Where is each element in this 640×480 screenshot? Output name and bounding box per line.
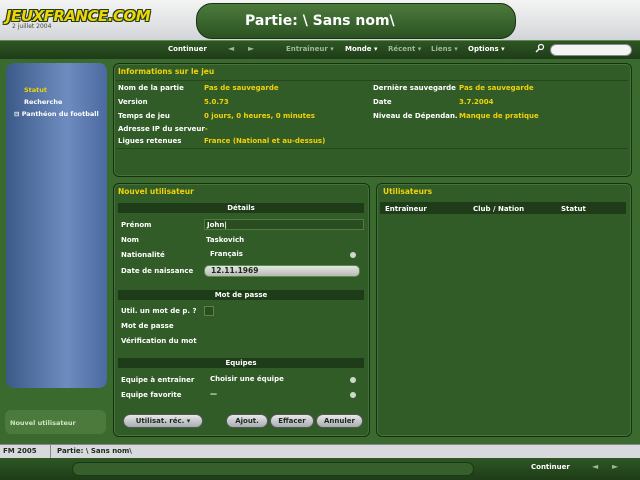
details-section-header: Détails <box>118 203 364 213</box>
footer-scrollbar[interactable] <box>72 462 474 476</box>
back-arrow-icon[interactable]: ◄ <box>228 44 234 53</box>
menu-monde[interactable]: Monde ▾ <box>345 45 377 53</box>
password-section-header: Mot de passe <box>118 290 364 300</box>
info-label: Version <box>118 98 148 106</box>
info-label: Adresse IP du serveur- <box>118 125 208 133</box>
verify-password-input[interactable] <box>204 335 360 346</box>
divider <box>116 148 628 149</box>
lastname-value[interactable]: Taskovich <box>206 236 244 244</box>
use-password-checkbox[interactable] <box>204 306 214 316</box>
game-info-title: Informations sur le jeu <box>118 67 215 76</box>
page-title: Partie: \ Sans nom\ <box>245 13 395 29</box>
column-header-coach[interactable]: Entraîneur <box>385 205 427 213</box>
firstname-input[interactable]: John| <box>204 219 364 230</box>
expand-icon: ⊟ <box>14 110 22 118</box>
status-game-name: Partie: \ Sans nom\ <box>57 447 132 455</box>
password-input[interactable] <box>204 320 360 331</box>
nationality-dropdown[interactable]: Français <box>204 249 360 260</box>
sidebar-item-pantheon[interactable]: ⊟ Panthéon du football <box>14 110 99 118</box>
info-value: 3.7.2004 <box>459 98 494 106</box>
info-value: Pas de sauvegarde <box>459 84 534 92</box>
status-divider <box>50 444 51 458</box>
new-user-title: Nouvel utilisateur <box>118 187 194 196</box>
continue-button[interactable]: Continuer <box>168 45 207 53</box>
dob-label: Date de naissance <box>121 267 194 275</box>
favorite-team-label: Equipe favorite <box>121 391 182 399</box>
lastname-label: Nom <box>121 236 139 244</box>
column-header-club[interactable]: Club / Nation <box>473 205 524 213</box>
dropdown-icon <box>350 377 356 383</box>
menu-recent[interactable]: Récent ▾ <box>388 45 421 53</box>
team-label: Equipe à entraîner <box>121 376 195 384</box>
divider <box>116 80 628 81</box>
forward-arrow-icon[interactable]: ► <box>248 44 254 53</box>
team-dropdown[interactable]: Choisir une équipe <box>204 374 360 385</box>
recent-users-button[interactable]: Utilisat. réc. ▾ <box>123 414 203 428</box>
add-button[interactable]: Ajout. <box>226 414 268 428</box>
verify-password-label: Vérification du mot <box>121 337 197 345</box>
menu-entraineur[interactable]: Entraîneur ▾ <box>286 45 334 53</box>
info-label: Date <box>373 98 392 106</box>
status-app-name: FM 2005 <box>3 447 37 455</box>
footer-back-arrow-icon[interactable]: ◄ <box>592 462 598 471</box>
column-header-status[interactable]: Statut <box>561 205 586 213</box>
info-value: Pas de sauvegarde <box>204 84 279 92</box>
info-label: Nom de la partie <box>118 84 184 92</box>
menu-liens[interactable]: Liens ▾ <box>431 45 458 53</box>
footer-forward-arrow-icon[interactable]: ► <box>612 462 618 471</box>
teams-section-header: Equipes <box>118 358 364 368</box>
firstname-label: Prénom <box>121 221 152 229</box>
info-value: 0 jours, 0 heures, 0 minutes <box>204 112 315 120</box>
info-label: Temps de jeu <box>118 112 170 120</box>
sidebar-item-recherche[interactable]: Recherche <box>24 98 62 106</box>
search-icon[interactable] <box>535 43 545 55</box>
info-label: Ligues retenues <box>118 137 182 145</box>
password-label: Mot de passe <box>121 322 174 330</box>
cancel-button[interactable]: Annuler <box>316 414 363 428</box>
sidebar-bottom-label: Nouvel utilisateur <box>10 419 76 427</box>
sidebar-item-statut[interactable]: Statut <box>24 86 47 94</box>
info-label: Niveau de Dépendan. <box>373 112 458 120</box>
page-title-box: Partie: \ Sans nom\ <box>196 3 516 39</box>
search-input[interactable] <box>550 44 632 56</box>
info-label: Dernière sauvegarde <box>373 84 456 92</box>
nationality-label: Nationalité <box>121 251 165 259</box>
current-date: 2 juillet 2004 <box>12 23 52 30</box>
dob-input[interactable]: 12.11.1969 <box>204 265 360 277</box>
info-value: Manque de pratique <box>459 112 539 120</box>
menu-options[interactable]: Options ▾ <box>468 45 505 53</box>
footer-continue-button[interactable]: Continuer <box>531 463 570 471</box>
clear-button[interactable]: Effacer <box>270 414 314 428</box>
info-value: France (National et au-dessus) <box>204 137 326 145</box>
users-title: Utilisateurs <box>383 187 433 196</box>
dropdown-icon <box>350 392 356 398</box>
users-panel <box>376 183 632 437</box>
favorite-team-dropdown[interactable]: — <box>204 389 360 400</box>
info-value: 5.0.73 <box>204 98 229 106</box>
dropdown-icon <box>350 252 356 258</box>
use-password-label: Util. un mot de p. ? <box>121 307 197 315</box>
